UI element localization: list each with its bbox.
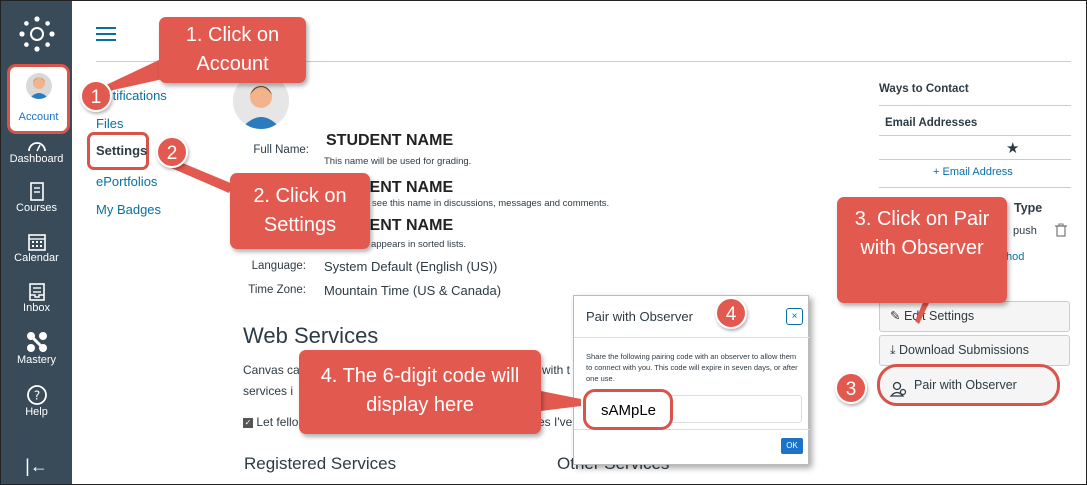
step-number-3: 3 xyxy=(835,372,867,404)
callout-click-settings: 2. Click on Settings xyxy=(230,173,370,249)
step-number-1: 1 xyxy=(80,80,112,112)
step-number-2: 2 xyxy=(156,136,188,168)
callout-click-account: 1. Click on Account xyxy=(159,17,306,83)
callout-click-pair: 3. Click on Pair with Observer xyxy=(837,197,1007,303)
screenshot-frame: Account Dashboard Courses Calendar Inbox… xyxy=(0,0,1087,485)
callout-code-display: 4. The 6-digit code will display here xyxy=(299,350,541,434)
step-number-4: 4 xyxy=(715,297,747,329)
